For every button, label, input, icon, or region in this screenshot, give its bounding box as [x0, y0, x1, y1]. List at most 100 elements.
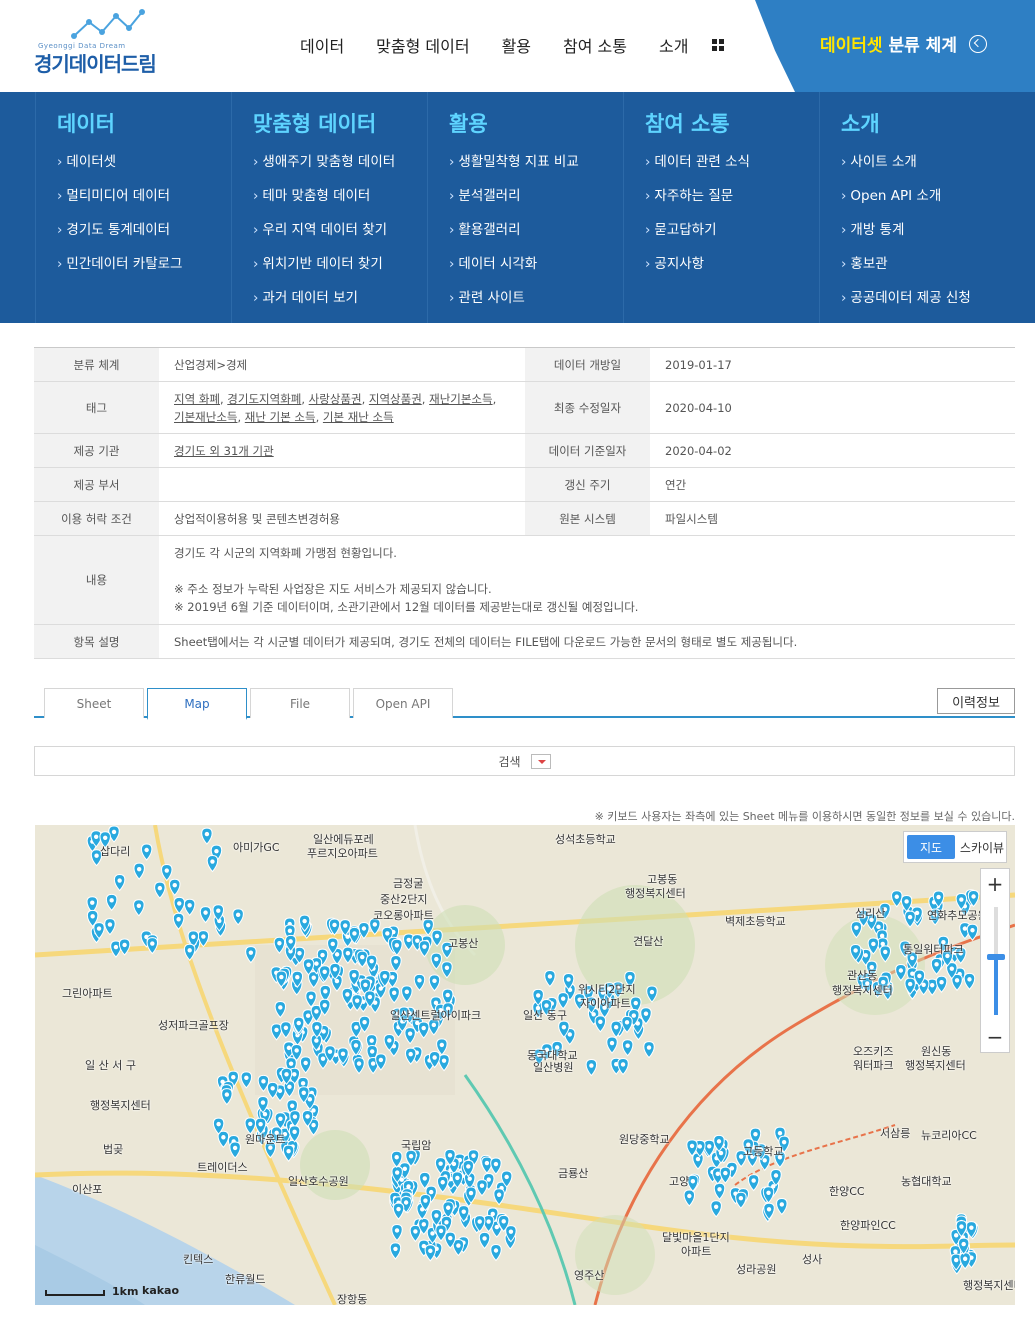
info-value: [159, 468, 525, 501]
mega-title[interactable]: 데이터: [57, 108, 231, 138]
nav-item-data[interactable]: 데이터: [300, 33, 344, 57]
mega-item[interactable]: 과거 데이터 보기: [253, 286, 427, 320]
content-line: ※ 2019년 6월 기준 데이터이며, 소관기관에서 12월 데이터를 제공받…: [174, 600, 639, 614]
search-label: 검색: [498, 754, 521, 769]
mega-item[interactable]: 공공데이터 제공 신청: [841, 286, 1020, 320]
mega-col-data: 데이터 데이터셋 멀티미디어 데이터 경기도 통계데이터 민간데이터 카탈로그: [35, 92, 232, 323]
mega-item[interactable]: 공지사항: [645, 252, 819, 286]
map-label: 일산 동구: [523, 1009, 567, 1022]
provider-link[interactable]: 경기도 외 31개 기관: [174, 443, 274, 459]
tag-link[interactable]: 경기도지역화폐: [227, 392, 301, 406]
mega-item[interactable]: 생애주기 맞춤형 데이터: [253, 150, 427, 184]
tag-link[interactable]: 재난 기본 소득: [245, 410, 316, 424]
mega-item[interactable]: 자주하는 질문: [645, 184, 819, 218]
info-label: 데이터 기준일자: [525, 434, 650, 467]
map-label: 원마운트: [245, 1133, 286, 1146]
mega-item[interactable]: 위치기반 데이터 찾기: [253, 252, 427, 286]
all-menu-grid-icon[interactable]: [712, 39, 725, 51]
mega-item[interactable]: 데이터 시각화: [449, 252, 623, 286]
mega-item[interactable]: 홍보관: [841, 252, 1020, 286]
map-label: 성저파크골프장: [158, 1019, 229, 1032]
mega-item[interactable]: 사이트 소개: [841, 150, 1020, 184]
mega-item[interactable]: 데이터셋: [57, 150, 231, 184]
mega-item[interactable]: 경기도 통계데이터: [57, 218, 231, 252]
zoom-slider-handle[interactable]: [987, 954, 1005, 960]
info-label: 갱신 주기: [525, 468, 650, 501]
info-row: 제공 기관 경기도 외 31개 기관 데이터 기준일자 2020-04-02: [34, 434, 1015, 468]
map-label: 연화추모공원: [927, 909, 988, 922]
nav-item-use[interactable]: 활용: [502, 33, 531, 57]
mega-item[interactable]: 생활밀착형 지표 비교: [449, 150, 623, 184]
tag-link[interactable]: 기본재난소득: [174, 410, 237, 424]
chevron-down-icon[interactable]: [530, 753, 551, 769]
tag-link[interactable]: 사랑상품권: [309, 392, 362, 406]
mega-item[interactable]: 민간데이터 카탈로그: [57, 252, 231, 286]
map-label: 워터파크: [853, 1059, 894, 1072]
nav-item-about[interactable]: 소개: [659, 33, 688, 57]
mega-item[interactable]: 데이터 관련 소식: [645, 150, 819, 184]
map-label: 고양: [669, 1175, 690, 1188]
zoom-in-icon[interactable]: +: [981, 869, 1009, 899]
mega-title[interactable]: 참여 소통: [645, 108, 819, 138]
mega-item[interactable]: 묻고답하기: [645, 218, 819, 252]
map-label: 중산2단지: [380, 893, 428, 906]
info-row: 분류 체계 산업경제>경제 데이터 개방일 2019-01-17: [34, 348, 1015, 382]
map-type-skyview[interactable]: 스카이뷰: [958, 832, 1006, 862]
tag-link[interactable]: 지역상품권: [369, 392, 422, 406]
nav-item-custom-data[interactable]: 맞춤형 데이터: [376, 33, 469, 57]
mega-item[interactable]: 분석갤러리: [449, 184, 623, 218]
tab-open-api[interactable]: Open API: [353, 688, 453, 718]
dataset-category-link[interactable]: 데이터셋 분류 체계: [820, 31, 987, 56]
mega-item[interactable]: 테마 맞춤형 데이터: [253, 184, 427, 218]
map-label: 행정복지센터: [625, 887, 686, 900]
info-label: 내용: [34, 536, 159, 624]
nav-item-participate[interactable]: 참여 소통: [563, 33, 627, 57]
map-label: 고등학교: [743, 1145, 784, 1158]
info-label: 분류 체계: [34, 348, 159, 381]
mega-title[interactable]: 맞춤형 데이터: [253, 108, 427, 138]
map-label: 심리산: [855, 907, 886, 920]
history-button[interactable]: 이력정보: [937, 688, 1015, 714]
map-label: 한양파인CC: [840, 1219, 896, 1232]
logo-name[interactable]: 경기데이터드림: [34, 48, 157, 77]
map-label: 장항동: [337, 1293, 368, 1305]
search-bar[interactable]: 검색: [34, 746, 1015, 776]
mega-item[interactable]: 우리 지역 데이터 찾기: [253, 218, 427, 252]
mega-col-about: 소개 사이트 소개 Open API 소개 개방 통계 홍보관 공공데이터 제공…: [820, 92, 1020, 323]
map-label: 성사: [802, 1253, 823, 1266]
tag-link[interactable]: 재난기본소득: [429, 392, 492, 406]
map-label: 성라공원: [736, 1263, 777, 1276]
content-block: 경기도 각 시군의 지역화폐 가맹점 현황입니다. ※ 주소 정보가 누락된 사…: [159, 536, 653, 624]
map-label: 일산센트럴아이파크: [390, 1009, 482, 1022]
map-label: 코오롱아파트: [373, 909, 434, 922]
content-line: ※ 주소 정보가 누락된 사업장은 지도 서비스가 제공되지 않습니다.: [174, 582, 492, 596]
tab-sheet[interactable]: Sheet: [44, 688, 144, 718]
map-label: 아미가GC: [233, 841, 280, 854]
map-label: 영주산: [574, 1269, 605, 1282]
tag-list: 지역 화폐, 경기도지역화폐, 사랑상품권, 지역상품권, 재난기본소득, 기본…: [174, 391, 497, 424]
info-label: 제공 부서: [34, 468, 159, 501]
info-value: 연간: [665, 477, 687, 492]
mega-title[interactable]: 소개: [841, 108, 1020, 138]
mega-item[interactable]: Open API 소개: [841, 184, 1020, 218]
zoom-out-icon[interactable]: −: [981, 1022, 1009, 1052]
tab-map[interactable]: Map: [147, 688, 247, 720]
tag-link[interactable]: 지역 화폐: [174, 392, 220, 406]
tab-file[interactable]: File: [250, 688, 350, 718]
map-type-roadmap[interactable]: 지도: [907, 835, 955, 859]
map-label: 통일워터파크: [903, 943, 964, 956]
info-label: 이용 허락 조건: [34, 502, 159, 535]
mega-title[interactable]: 활용: [449, 108, 623, 138]
mega-item[interactable]: 개방 통계: [841, 218, 1020, 252]
map-label: 행정복지센터: [963, 1279, 1015, 1292]
mega-item[interactable]: 관련 사이트: [449, 286, 623, 320]
map-view[interactable]: 삽다리 아미가GC 일산에듀포레 푸르지오아파트 성석초등학교 금정굴 중산2단…: [35, 825, 1015, 1305]
mega-item[interactable]: 멀티미디어 데이터: [57, 184, 231, 218]
map-label: 고봉산: [448, 937, 479, 950]
keyboard-note: ※ 키보드 사용자는 좌측에 있는 Sheet 메뉴를 이용하시면 동일한 정보…: [594, 810, 1015, 823]
mega-item[interactable]: 활용갤러리: [449, 218, 623, 252]
content-line: 경기도 각 시군의 지역화폐 가맹점 현황입니다.: [174, 546, 397, 560]
map-label: 금룡산: [558, 1167, 589, 1180]
tag-link[interactable]: 기본 재난 소득: [323, 410, 394, 424]
info-value: Sheet탭에서는 각 시군별 데이터가 제공되며, 경기도 전체의 데이터는 …: [174, 634, 798, 649]
